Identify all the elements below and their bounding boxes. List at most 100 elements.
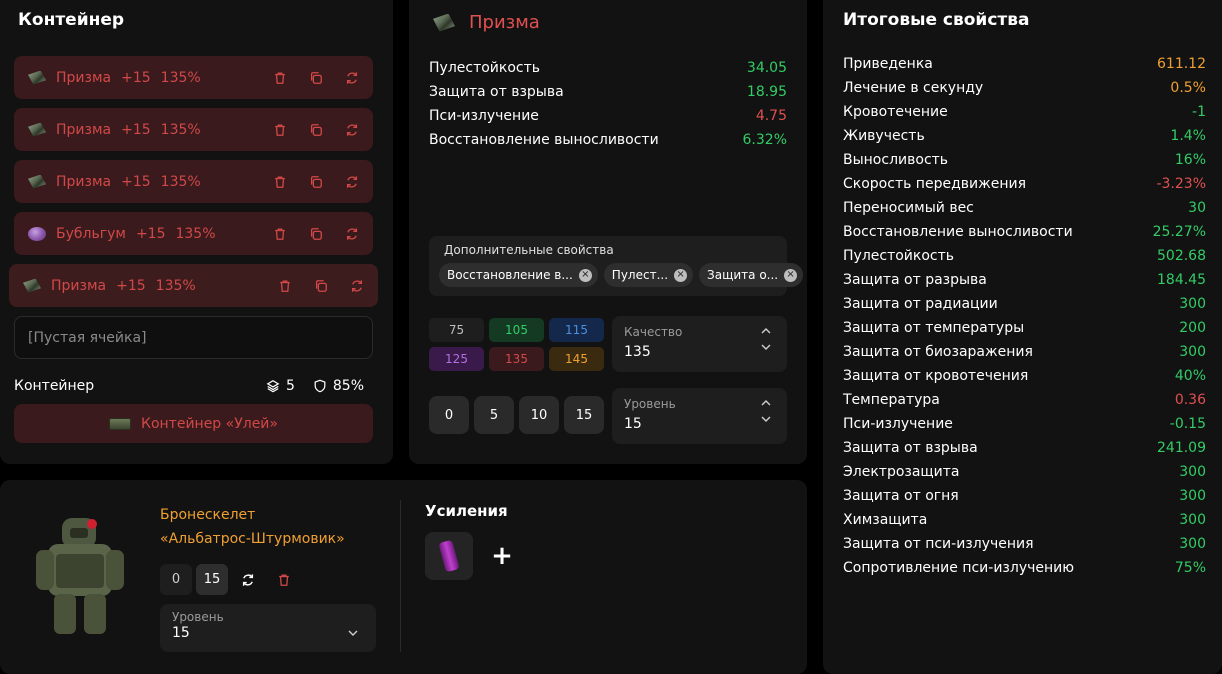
quality-select[interactable]: Качество 135 <box>612 316 787 372</box>
property-row: Пси-излучение 4.75 <box>429 104 787 128</box>
property-label: Приведенка <box>843 56 933 72</box>
quality-option-75[interactable]: 75 <box>429 318 484 342</box>
property-value: 75% <box>1174 560 1206 576</box>
property-label: Кровотечение <box>843 104 948 120</box>
totals-panel: Итоговые свойства Приведенка 611.12 Лечени… <box>823 0 1222 674</box>
refresh-icon[interactable] <box>345 227 359 241</box>
close-icon[interactable]: × <box>578 268 592 282</box>
quality-select-value: 135 <box>624 344 651 360</box>
close-icon[interactable]: × <box>674 268 688 282</box>
extra-properties-label: Дополнительные свойства <box>444 243 614 257</box>
armor-name-line1: Бронескелет <box>160 507 256 523</box>
armor-name: Бронескелет «Альбатрос-Штурмовик» <box>160 503 345 551</box>
quality-option-105[interactable]: 105 <box>489 318 544 342</box>
property-value: 300 <box>1179 296 1206 312</box>
trash-icon[interactable] <box>268 564 300 595</box>
quality-option-145[interactable]: 145 <box>549 347 604 371</box>
property-value: 200 <box>1179 320 1206 336</box>
refresh-icon[interactable] <box>232 564 264 595</box>
trash-icon[interactable] <box>278 279 292 293</box>
property-row: Защита от биозаражения 300 <box>843 340 1206 364</box>
property-row: Защита от пси-излучения 300 <box>843 532 1206 556</box>
property-label: Защита от температуры <box>843 320 1025 336</box>
property-row: Живучесть 1.4% <box>843 124 1206 148</box>
property-row: Защита от огня 300 <box>843 484 1206 508</box>
copy-icon[interactable] <box>309 227 323 241</box>
artifact-properties: Пулестойкость 34.05 Защита от взрыва 18.95 П… <box>429 56 787 152</box>
quality-option-125[interactable]: 125 <box>429 347 484 371</box>
boost-slot[interactable] <box>425 532 473 580</box>
level-option-10[interactable]: 10 <box>519 396 559 434</box>
slot-actions <box>273 175 359 189</box>
prism-artifact-icon <box>433 13 455 32</box>
extra-property-chip[interactable]: Защита о... × <box>699 263 804 287</box>
empty-slot[interactable]: [Пустая ячейка] <box>14 316 373 359</box>
refresh-icon[interactable] <box>350 279 364 293</box>
trash-icon[interactable] <box>273 227 287 241</box>
property-label: Восстановление выносливости <box>843 224 1073 240</box>
level-option-5[interactable]: 5 <box>474 396 514 434</box>
container-type-label: Контейнер «Улей» <box>141 415 278 432</box>
refresh-icon[interactable] <box>345 175 359 189</box>
container-type-button[interactable]: Контейнер «Улей» <box>14 404 373 443</box>
copy-icon[interactable] <box>314 279 328 293</box>
extra-property-chip[interactable]: Восстановление в... × <box>439 263 598 287</box>
slot-artifact-quality: 135% <box>155 277 196 294</box>
property-value: 16% <box>1174 152 1206 168</box>
property-row: Лечение в секунду 0.5% <box>843 76 1206 100</box>
property-row: Защита от температуры 200 <box>843 316 1206 340</box>
property-value: 611.12 <box>1157 56 1206 72</box>
property-label: Пси-излучение <box>429 108 539 124</box>
prism-artifact-icon <box>23 278 41 293</box>
refresh-icon[interactable] <box>345 71 359 85</box>
property-value: 300 <box>1179 344 1206 360</box>
quality-option-135[interactable]: 135 <box>489 347 544 371</box>
trash-icon[interactable] <box>273 123 287 137</box>
property-label: Защита от кровотечения <box>843 368 1029 384</box>
property-row: Пулестойкость 34.05 <box>429 56 787 80</box>
property-label: Пулестойкость <box>429 60 541 76</box>
container-slot[interactable]: Бубльгум +15 135% <box>14 212 373 255</box>
trash-icon[interactable] <box>273 71 287 85</box>
close-icon[interactable]: × <box>784 268 798 282</box>
refresh-icon[interactable] <box>345 123 359 137</box>
property-value: 300 <box>1179 536 1206 552</box>
armor-level-row: 0 15 <box>160 564 300 595</box>
property-label: Пулестойкость <box>843 248 955 264</box>
armor-level-select[interactable]: Уровень 15 <box>160 604 376 652</box>
armor-name-line2: «Альбатрос-Штурмовик» <box>160 531 345 547</box>
extra-properties-box: Дополнительные свойства Восстановление в… <box>429 236 804 296</box>
quality-option-115[interactable]: 115 <box>549 318 604 342</box>
slot-artifact-quality: 135% <box>160 121 201 138</box>
chevron-up-down-icon <box>761 328 771 350</box>
copy-icon[interactable] <box>309 71 323 85</box>
armor-level-15-button[interactable]: 15 <box>196 564 228 595</box>
container-slot[interactable]: Призма +15 135% <box>14 108 373 151</box>
level-option-0[interactable]: 0 <box>429 396 469 434</box>
level-option-15[interactable]: 15 <box>564 396 604 434</box>
armor-level-0-button[interactable]: 0 <box>160 564 192 595</box>
property-value: 6.32% <box>742 132 787 148</box>
energy-drink-icon <box>438 539 460 573</box>
add-boost-button[interactable]: + <box>490 538 514 574</box>
property-value: 40% <box>1174 368 1206 384</box>
extra-property-chip[interactable]: Пулест... × <box>603 263 694 287</box>
property-row: Защита от радиации 300 <box>843 292 1206 316</box>
armor-level-select-label: Уровень <box>172 610 224 624</box>
container-slot[interactable]: Призма +15 135% <box>14 56 373 99</box>
slot-artifact-name: Призма <box>56 173 112 190</box>
container-slot[interactable]: Призма +15 135% <box>14 160 373 203</box>
copy-icon[interactable] <box>309 175 323 189</box>
property-row: Кровотечение -1 <box>843 100 1206 124</box>
quality-grid: 75 105 115 125 135 145 <box>429 318 604 371</box>
copy-icon[interactable] <box>309 123 323 137</box>
level-select[interactable]: Уровень 15 <box>612 388 787 444</box>
property-row: Электрозащита 300 <box>843 460 1206 484</box>
property-row: Температура 0.36 <box>843 388 1206 412</box>
property-value: 184.45 <box>1157 272 1206 288</box>
property-value: 0.36 <box>1174 392 1206 408</box>
container-slot[interactable]: Призма +15 135% <box>9 264 378 307</box>
trash-icon[interactable] <box>273 175 287 189</box>
property-label: Выносливость <box>843 152 949 168</box>
protection-value: 85% <box>332 378 364 394</box>
